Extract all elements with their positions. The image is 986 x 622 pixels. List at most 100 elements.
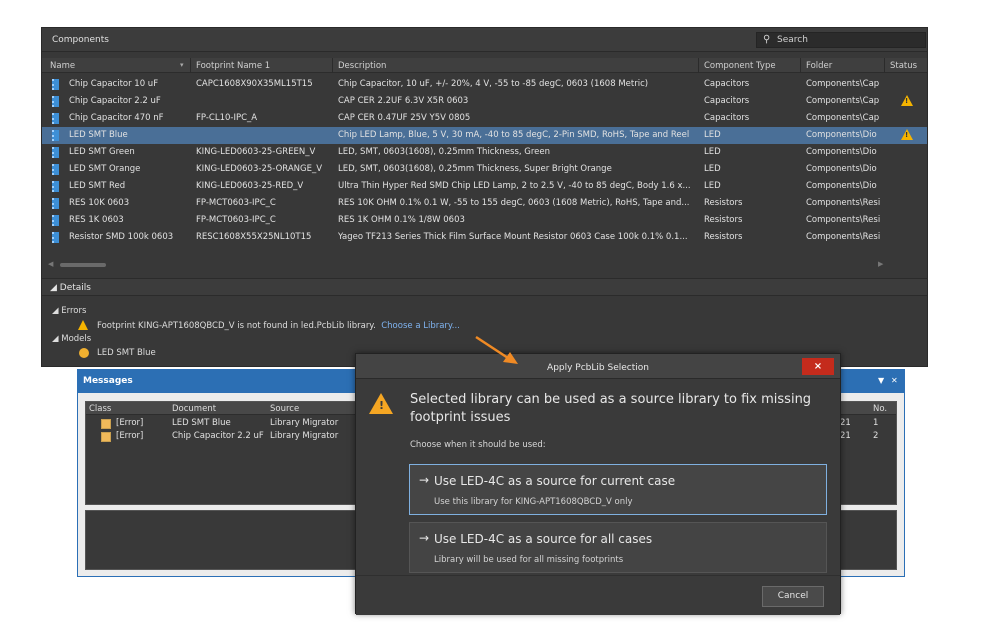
table-row[interactable]: Chip Capacitor 470 nF FP-CL10-IPC_A CAP CE… [42, 110, 927, 127]
cell-type: Capacitors [704, 96, 750, 106]
column-divider[interactable] [190, 58, 191, 73]
models-label: Models [61, 334, 92, 344]
cell-folder: Components\Dio [806, 130, 877, 140]
use-for-current-case-button[interactable]: → Use LED-4C as a source for current cas… [409, 464, 827, 515]
option-current-title: Use LED-4C as a source for current case [434, 474, 676, 488]
component-icon [52, 232, 59, 243]
component-icon [52, 164, 59, 175]
column-divider[interactable] [884, 58, 885, 73]
model-item[interactable]: LED SMT Blue [97, 348, 156, 358]
component-icon [52, 147, 59, 158]
cell-folder: Components\Cap [806, 79, 880, 89]
details-header[interactable]: ◢ Details [42, 278, 927, 296]
scroll-right-icon[interactable]: ▶ [878, 260, 883, 268]
table-row[interactable]: LED SMT Green KING-LED0603-25-GREEN_V LED,… [42, 144, 927, 161]
col-description[interactable]: Description [338, 61, 386, 71]
messages-title: Messages [83, 376, 133, 386]
cell-type: Resistors [704, 215, 743, 225]
cell-footprint: FP-MCT0603-IPC_C [196, 198, 276, 208]
sort-desc-icon[interactable]: ▾ [180, 61, 184, 69]
cell-source: Library Migrator [270, 418, 339, 428]
cell-document: Chip Capacitor 2.2 uF [172, 431, 264, 441]
cell-footprint: FP-CL10-IPC_A [196, 113, 258, 123]
search-input[interactable]: ⚲ Search [756, 32, 926, 48]
table-row[interactable]: Chip Capacitor 10 uF CAPC1608X90X35ML15T1… [42, 76, 927, 93]
cell-type: LED [704, 130, 721, 140]
component-icon [52, 198, 59, 209]
dialog-footer: Cancel [356, 575, 840, 615]
cell-folder: Components\Resi [806, 232, 881, 242]
col-document[interactable]: Document [172, 404, 216, 414]
col-source[interactable]: Source [270, 404, 299, 414]
dialog-message: Selected library can be used as a source… [410, 392, 812, 425]
cell-folder: Components\Dio [806, 164, 877, 174]
component-icon [52, 130, 59, 141]
table-row[interactable]: LED SMT Orange KING-LED0603-25-ORANGE_V LE… [42, 161, 927, 178]
cell-no: 1 [873, 418, 879, 428]
col-status[interactable]: Status [890, 61, 917, 71]
horizontal-scrollbar[interactable]: ◀ ▶ [48, 260, 888, 269]
cell-folder: Components\Cap [806, 96, 880, 106]
cell-name: LED SMT Red [69, 181, 126, 191]
choose-library-link[interactable]: Choose a Library... [381, 321, 460, 331]
col-component-type[interactable]: Component Type [704, 61, 776, 71]
cell-footprint: KING-LED0603-25-ORANGE_V [196, 164, 323, 174]
warning-icon-mark: ! [379, 399, 385, 412]
column-divider[interactable] [800, 58, 801, 73]
cell-type: LED [704, 164, 721, 174]
search-icon: ⚲ [763, 34, 771, 45]
cell-description: Ultra Thin Hyper Red SMD Chip LED Lamp, … [338, 181, 691, 191]
panel-menu-icon[interactable]: ▼ [878, 376, 884, 385]
cell-date_tail: 21 [840, 431, 851, 441]
cell-class: [Error] [116, 431, 144, 441]
cell-type: Resistors [704, 198, 743, 208]
scrollbar-thumb[interactable] [60, 263, 106, 267]
col-folder[interactable]: Folder [806, 61, 832, 71]
cell-no: 2 [873, 431, 879, 441]
dialog-title-bar: Apply PcbLib Selection × [356, 354, 840, 379]
components-title: Components [52, 35, 109, 45]
cell-footprint: KING-LED0603-25-GREEN_V [196, 147, 316, 157]
table-row[interactable]: Chip Capacitor 2.2 uF CAP CER 2.2UF 6.3V … [42, 93, 927, 110]
cell-description: Chip LED Lamp, Blue, 5 V, 30 mA, -40 to … [338, 130, 690, 140]
table-row[interactable]: RES 10K 0603 FP-MCT0603-IPC_C RES 10K OHM … [42, 195, 927, 212]
cell-footprint: CAPC1608X90X35ML15T15 [196, 79, 313, 89]
component-icon [52, 181, 59, 192]
search-placeholder: Search [777, 35, 808, 45]
option-all-desc: Library will be used for all missing foo… [434, 555, 624, 565]
cell-description: RES 1K OHM 0.1% 1/8W 0603 [338, 215, 465, 225]
column-divider[interactable] [332, 58, 333, 73]
cell-class: [Error] [116, 418, 144, 428]
column-divider[interactable] [698, 58, 699, 73]
arrow-right-icon: → [419, 531, 430, 545]
errors-label: Errors [61, 306, 87, 316]
errors-node[interactable]: ◢ Errors [52, 306, 86, 316]
col-footprint[interactable]: Footprint Name 1 [196, 61, 270, 71]
cancel-button[interactable]: Cancel [762, 586, 824, 607]
table-row[interactable]: Resistor SMD 100k 0603 RESC1608X55X25NL10… [42, 229, 927, 246]
close-icon[interactable]: ✕ [891, 376, 898, 385]
error-class-icon [101, 419, 111, 429]
models-node[interactable]: ◢ Models [52, 334, 91, 344]
cell-name: RES 1K 0603 [69, 215, 124, 225]
close-button[interactable]: × [802, 358, 834, 375]
details-label: ◢ Details [50, 283, 91, 293]
scroll-left-icon[interactable]: ◀ [48, 260, 53, 268]
model-icon [79, 348, 89, 358]
table-row[interactable]: LED SMT Blue Chip LED Lamp, Blue, 5 V, 30… [42, 127, 927, 144]
cell-description: Chip Capacitor, 10 uF, +/- 20%, 4 V, -55… [338, 79, 649, 89]
error-text: Footprint KING-APT1608QBCD_V is not foun… [97, 321, 376, 331]
cell-description: CAP CER 0.47UF 25V Y5V 0805 [338, 113, 471, 123]
col-class[interactable]: Class [89, 404, 111, 414]
table-row[interactable]: LED SMT Red KING-LED0603-25-RED_V Ultra Th… [42, 178, 927, 195]
cell-date_tail: 21 [840, 418, 851, 428]
option-current-desc: Use this library for KING-APT1608QBCD_V … [434, 497, 633, 507]
cell-description: Yageo TF213 Series Thick Film Surface Mo… [338, 232, 688, 242]
col-no[interactable]: No. [873, 404, 887, 414]
cell-name: LED SMT Green [69, 147, 135, 157]
use-for-all-cases-button[interactable]: → Use LED-4C as a source for all cases L… [409, 522, 827, 573]
details-label-text: Details [59, 283, 91, 293]
apply-pcblib-dialog: Apply PcbLib Selection × ! Selected libr… [355, 353, 841, 615]
table-row[interactable]: RES 1K 0603 FP-MCT0603-IPC_C RES 1K OHM 0.… [42, 212, 927, 229]
col-name[interactable]: Name [50, 61, 75, 71]
